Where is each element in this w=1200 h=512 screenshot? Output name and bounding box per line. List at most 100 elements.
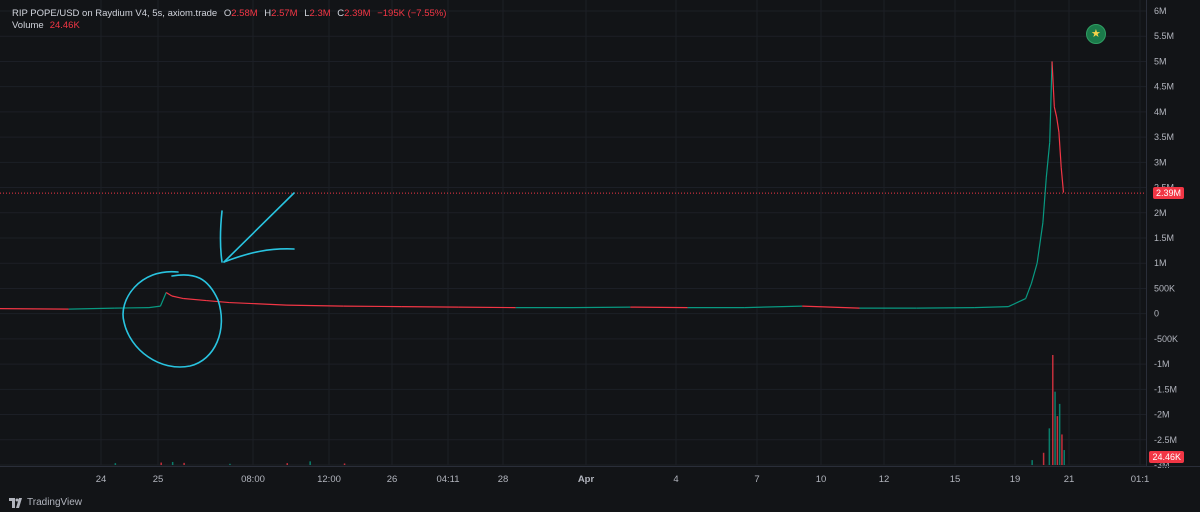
price-segment — [1030, 263, 1038, 284]
price-segment — [183, 297, 207, 302]
ohlc-row: RIP POPE/USD on Raydium V4, 5s, axiom.tr… — [12, 8, 446, 20]
y-tick-label: -2.5M — [1154, 435, 1177, 445]
y-axis-ticks: 6M5.5M5M4.5M4M3.5M3M2.5M2M1.5M1M500K0-50… — [1154, 6, 1178, 470]
volume-bar — [309, 461, 311, 465]
x-axis-separator — [0, 466, 1200, 467]
price-segment — [1025, 283, 1032, 299]
price-segment — [1008, 297, 1026, 308]
y-tick-label: 1M — [1154, 258, 1167, 268]
volume-bar — [171, 461, 174, 465]
price-segment — [286, 304, 344, 307]
symbol-title[interactable]: RIP POPE/USD on Raydium V4, 5s, axiom.tr… — [12, 8, 217, 19]
price-segment — [744, 305, 803, 309]
x-tick-label: 19 — [1010, 474, 1021, 485]
volume-bar — [286, 463, 288, 465]
volume-bar — [114, 463, 117, 465]
volume-bar — [1054, 391, 1056, 465]
volume-value: 24.46K — [49, 20, 80, 31]
volume-bar — [1056, 416, 1059, 465]
x-tick-label: 7 — [754, 474, 759, 485]
price-segment — [1036, 222, 1044, 264]
volume-label[interactable]: Volume — [12, 20, 44, 31]
volume-bar — [343, 463, 346, 465]
price-segment — [630, 306, 688, 309]
annotation-arrow-left — [219, 210, 223, 263]
x-axis-ticks: 24 25 08:00 12:00 26 04:11 28 Apr 4 7 10 12 15 19 21 01… — [96, 474, 1150, 485]
volume-row: Volume 24.46K — [12, 20, 446, 32]
y-tick-label: 500K — [1154, 283, 1175, 293]
price-segment — [1060, 167, 1065, 193]
open-value: 2.58M — [231, 8, 258, 19]
price-segment — [68, 307, 115, 310]
y-tick-label: -1M — [1154, 359, 1170, 369]
price-segment — [802, 305, 860, 309]
price-segment — [343, 305, 402, 308]
price-segment — [1056, 116, 1060, 133]
x-tick-label: 21 — [1064, 474, 1075, 485]
last-price-tag: 2.39M — [1152, 187, 1184, 199]
tradingview-logo-icon — [9, 497, 22, 508]
vertical-grid — [100, 0, 1141, 465]
x-tick-label: 25 — [153, 474, 164, 485]
price-segment — [916, 307, 975, 309]
price-segment — [1045, 142, 1051, 178]
x-tick-label: 04:11 — [436, 474, 459, 485]
price-segment — [458, 306, 516, 309]
event-marker-icon[interactable] — [1086, 24, 1106, 44]
price-segment — [1049, 61, 1053, 143]
x-tick-label: 08:00 — [241, 474, 265, 485]
price-segment — [0, 308, 69, 310]
y-tick-label: 0 — [1154, 309, 1159, 319]
volume-bar — [1031, 460, 1033, 465]
annotation-circle — [122, 271, 223, 368]
chart-legend: RIP POPE/USD on Raydium V4, 5s, axiom.tr… — [12, 8, 446, 32]
volume-bar — [1061, 434, 1063, 465]
y-axis-separator — [1146, 0, 1147, 466]
y-tick-label: 5M — [1154, 56, 1167, 66]
close-value: 2.39M — [344, 8, 371, 19]
price-segment — [572, 306, 631, 309]
volume-tag: 24.46K — [1149, 451, 1184, 463]
x-tick-label: 26 — [387, 474, 398, 485]
tradingview-label: TradingView — [27, 497, 83, 508]
price-segment — [114, 307, 149, 309]
price-segment — [148, 305, 161, 309]
volume-bar — [160, 462, 162, 465]
price-segment — [165, 291, 173, 297]
x-tick-label: 4 — [673, 474, 678, 485]
y-tick-label: 1.5M — [1154, 233, 1174, 243]
x-tick-label: 12 — [879, 474, 890, 485]
y-tick-label: 3.5M — [1154, 132, 1174, 142]
volume-bar — [1063, 450, 1065, 465]
volume-bar — [1058, 403, 1061, 465]
y-tick-label: 2M — [1154, 208, 1167, 218]
x-tick-label: 15 — [950, 474, 961, 485]
price-segment — [1042, 177, 1047, 223]
price-segment — [171, 295, 184, 300]
tradingview-branding[interactable]: TradingView — [9, 497, 82, 508]
annotation-drawing — [122, 192, 295, 368]
x-tick-label: 01:1 — [1131, 474, 1150, 485]
price-segment — [401, 306, 459, 308]
y-tick-label: 5.5M — [1154, 31, 1174, 41]
price-chart[interactable]: 6M5.5M5M4.5M4M3.5M3M2.5M2M1.5M1M500K0-50… — [0, 0, 1200, 512]
x-tick-label: 24 — [96, 474, 107, 485]
high-value: 2.57M — [271, 8, 298, 19]
y-tick-label: 4M — [1154, 107, 1167, 117]
volume-bar — [1048, 428, 1051, 465]
x-tick-label: 10 — [816, 474, 827, 485]
x-tick-label: Apr — [578, 474, 595, 485]
price-segment — [974, 306, 1009, 309]
y-tick-label: -500K — [1154, 334, 1178, 344]
volume-bars — [114, 355, 1065, 465]
price-segment — [159, 292, 167, 307]
y-tick-label: -2M — [1154, 410, 1170, 420]
low-value: 2.3M — [309, 8, 331, 19]
volume-bar — [229, 463, 231, 465]
price-segment — [1051, 61, 1055, 107]
y-tick-label: -1.5M — [1154, 384, 1177, 394]
volume-bar — [183, 462, 185, 465]
x-tick-label: 28 — [498, 474, 509, 485]
x-tick-label: 12:00 — [317, 474, 341, 485]
y-tick-label: 3M — [1154, 157, 1167, 167]
